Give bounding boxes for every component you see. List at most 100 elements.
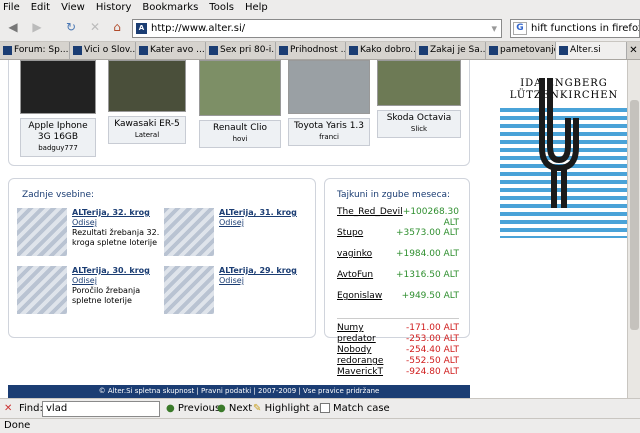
menu-tools[interactable]: Tools	[209, 2, 234, 13]
tab-2[interactable]: Vici o Slov...	[70, 42, 136, 59]
winner-value: +1316.50 ALT	[395, 270, 459, 280]
car-label: Kawasaki ER-5 Lateral	[108, 116, 186, 144]
up-arrow-icon: ●	[166, 403, 175, 414]
news-title[interactable]: ALTerija, 30. krog	[72, 266, 162, 276]
news-author[interactable]: Odisej	[72, 276, 162, 286]
car-owner[interactable]: hovi	[201, 134, 279, 145]
car-owner[interactable]: franci	[290, 132, 368, 143]
find-input[interactable]: vlad	[42, 401, 160, 417]
news-author[interactable]: Odisej	[72, 218, 162, 228]
car-name[interactable]: Toyota Yaris 1.3	[294, 121, 364, 131]
gains-heading: Tajkuni in zgube meseca:	[337, 190, 451, 200]
tab-3[interactable]: Kater avo ...	[136, 42, 206, 59]
url-bar[interactable]: A http://www.alter.si/ ▾	[132, 19, 502, 38]
tab-active[interactable]: Alter.si	[556, 42, 627, 59]
news-title[interactable]: ALTerija, 31. krog	[219, 208, 309, 218]
find-previous-label: Previous	[177, 403, 221, 414]
menu-file[interactable]: File	[3, 2, 20, 13]
news-thumbnail[interactable]	[17, 266, 67, 314]
close-tab-icon[interactable]: ✕	[627, 42, 640, 59]
car-name[interactable]: Renault Clio	[213, 123, 267, 133]
find-bar: ✕ Find: vlad ● Previous ● Next ✎ Highlig…	[0, 398, 640, 418]
winner-name[interactable]: The_Red_Devil	[337, 207, 403, 218]
loser-name[interactable]: predator	[337, 334, 376, 345]
loser-name[interactable]: MaverickT	[337, 367, 383, 378]
car-card[interactable]: Apple Iphone 3G 16GB badguy777	[20, 60, 96, 157]
bookmark-star-icon[interactable]: ▾	[491, 20, 497, 37]
winner-row: The_Red_Devil +100268.30 ALT	[337, 207, 459, 229]
loser-value: -171.00 ALT	[405, 323, 459, 333]
menu-bookmarks[interactable]: Bookmarks	[142, 2, 198, 13]
news-thumbnail[interactable]	[164, 266, 214, 314]
match-case-checkbox[interactable]: Match case	[320, 402, 390, 416]
car-name[interactable]: Apple Iphone 3G 16GB	[28, 121, 87, 142]
tab-5[interactable]: Prihodnost ...	[276, 42, 346, 59]
news-thumbnail[interactable]	[164, 208, 214, 256]
winner-row: Egonislaw +949.50 ALT	[337, 291, 459, 313]
winner-name[interactable]: AvtoFun	[337, 270, 373, 281]
loser-name[interactable]: Nobody	[337, 345, 372, 356]
tab-4[interactable]: Sex pri 80-i...	[206, 42, 276, 59]
tab-8[interactable]: pametovanje	[486, 42, 556, 59]
winner-name[interactable]: Stupo	[337, 228, 363, 239]
menu-history[interactable]: History	[96, 2, 132, 13]
highlight-all-label: Highlight all	[264, 403, 325, 414]
car-card[interactable]: Renault Clio hovi	[199, 60, 281, 148]
menu-help[interactable]: Help	[245, 2, 268, 13]
car-name[interactable]: Skoda Octavia	[387, 113, 452, 123]
back-icon[interactable]: ◀	[4, 19, 22, 37]
menu-view[interactable]: View	[61, 2, 85, 13]
home-icon[interactable]: ⌂	[108, 19, 126, 37]
loser-value: -924.80 ALT	[405, 367, 459, 377]
news-author[interactable]: Odisej	[219, 218, 309, 228]
car-owner[interactable]: Slick	[379, 124, 459, 135]
search-text: hift functions in firefox	[531, 23, 640, 34]
scrollbar-thumb[interactable]	[630, 100, 639, 330]
search-box[interactable]: G hift functions in firefox	[510, 19, 640, 38]
car-card[interactable]: Kawasaki ER-5 Lateral	[108, 60, 186, 144]
advertisement[interactable]: IDA ENGBERG LÜTZENKIRCHEN	[500, 60, 628, 238]
car-photo[interactable]	[199, 60, 281, 116]
forward-icon[interactable]: ▶	[28, 19, 46, 37]
stop-icon[interactable]: ✕	[86, 19, 104, 37]
menu-edit[interactable]: Edit	[31, 2, 50, 13]
news-thumbnail[interactable]	[17, 208, 67, 256]
car-label: Renault Clio hovi	[199, 120, 281, 148]
car-photo[interactable]	[377, 60, 461, 106]
winner-name[interactable]: vaginko	[337, 249, 372, 260]
loser-name[interactable]: Numy	[337, 323, 364, 334]
find-next-button[interactable]: ● Next	[217, 402, 252, 416]
car-card[interactable]: Skoda Octavia Slick	[377, 60, 461, 138]
find-previous-button[interactable]: ● Previous	[166, 402, 220, 416]
news-title[interactable]: ALTerija, 32. krog	[72, 208, 162, 218]
car-photo[interactable]	[108, 60, 186, 112]
car-owner[interactable]: Lateral	[110, 130, 184, 141]
winner-value: +100268.30 ALT	[402, 207, 459, 228]
find-label: Find:	[19, 403, 43, 414]
car-photo[interactable]	[288, 60, 370, 114]
page-content: Apple Iphone 3G 16GB badguy777 Kawasaki …	[0, 60, 640, 398]
site-favicon-icon: A	[136, 23, 147, 34]
tab-1[interactable]: Forum: Sp...	[0, 42, 70, 59]
url-text: http://www.alter.si/	[151, 23, 246, 34]
reload-icon[interactable]: ↻	[62, 19, 80, 37]
vertical-scrollbar[interactable]	[627, 60, 640, 398]
winner-row: AvtoFun +1316.50 ALT	[337, 270, 459, 292]
car-photo[interactable]	[20, 60, 96, 114]
car-owner[interactable]: badguy777	[22, 143, 94, 154]
checkbox-icon[interactable]	[320, 403, 330, 413]
search-engine-icon[interactable]: G	[513, 22, 527, 35]
news-title[interactable]: ALTerija, 29. krog	[219, 266, 309, 276]
car-card[interactable]: Toyota Yaris 1.3 franci	[288, 60, 370, 146]
car-name[interactable]: Kawasaki ER-5	[114, 119, 179, 129]
tab-6[interactable]: Kako dobro...	[346, 42, 416, 59]
status-bar: Done	[0, 418, 640, 433]
winner-row: vaginko +1984.00 ALT	[337, 249, 459, 271]
close-find-icon[interactable]: ✕	[4, 402, 12, 416]
news-author[interactable]: Odisej	[219, 276, 309, 286]
winner-name[interactable]: Egonislaw	[337, 291, 382, 302]
tab-7[interactable]: Zakaj je Sa...	[416, 42, 486, 59]
loser-name[interactable]: redorange	[337, 356, 383, 367]
car-label: Toyota Yaris 1.3 franci	[288, 118, 370, 146]
highlight-all-button[interactable]: ✎ Highlight all	[253, 402, 325, 416]
